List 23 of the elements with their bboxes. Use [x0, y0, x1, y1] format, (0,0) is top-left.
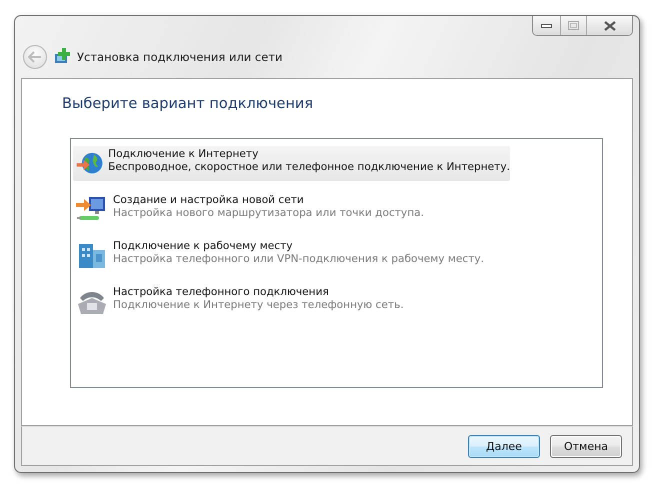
maximize-icon: [568, 21, 579, 30]
window-title: Установка подключения или сети: [77, 50, 283, 64]
connection-option[interactable]: Настройка телефонного подключения Подключение к Интернету через телефонную сеть.: [73, 284, 510, 319]
option-description: Настройка телефонного или VPN-подключения к рабочему месту.: [113, 253, 484, 265]
cancel-button[interactable]: Отмена: [550, 434, 622, 458]
minimize-icon: [541, 24, 552, 28]
network-icon: [53, 48, 71, 66]
minimize-button[interactable]: [533, 16, 560, 35]
option-description: Подключение к Интернету через телефонную сеть.: [113, 299, 404, 311]
connection-option[interactable]: Создание и настройка новой сети Настройка нового маршрутизатора или точки доступа.: [73, 192, 510, 227]
close-icon: [604, 20, 616, 30]
page-heading: Выберите вариант подключения: [62, 96, 314, 112]
option-title: Подключение к Интернету: [108, 148, 260, 160]
next-button[interactable]: Далее: [468, 434, 540, 458]
back-arrow-icon: [28, 51, 42, 63]
option-title: Подключение к рабочему месту: [113, 240, 294, 252]
option-description: Беспроводное, скоростное или телефонное подключение к Интернету.: [108, 161, 510, 173]
option-title: Настройка телефонного подключения: [113, 286, 330, 298]
option-description: Настройка нового маршрутизатора или точки доступа.: [113, 207, 424, 219]
close-button[interactable]: [586, 16, 632, 35]
connection-option[interactable]: Подключение к рабочему месту Настройка телефонного или VPN-подключения к рабочему месту.: [73, 238, 510, 273]
option-title: Создание и настройка новой сети: [113, 194, 305, 206]
connection-option[interactable]: Подключение к Интернету Беспроводное, скоростное или телефонное подключение к Интернету.: [73, 146, 510, 181]
